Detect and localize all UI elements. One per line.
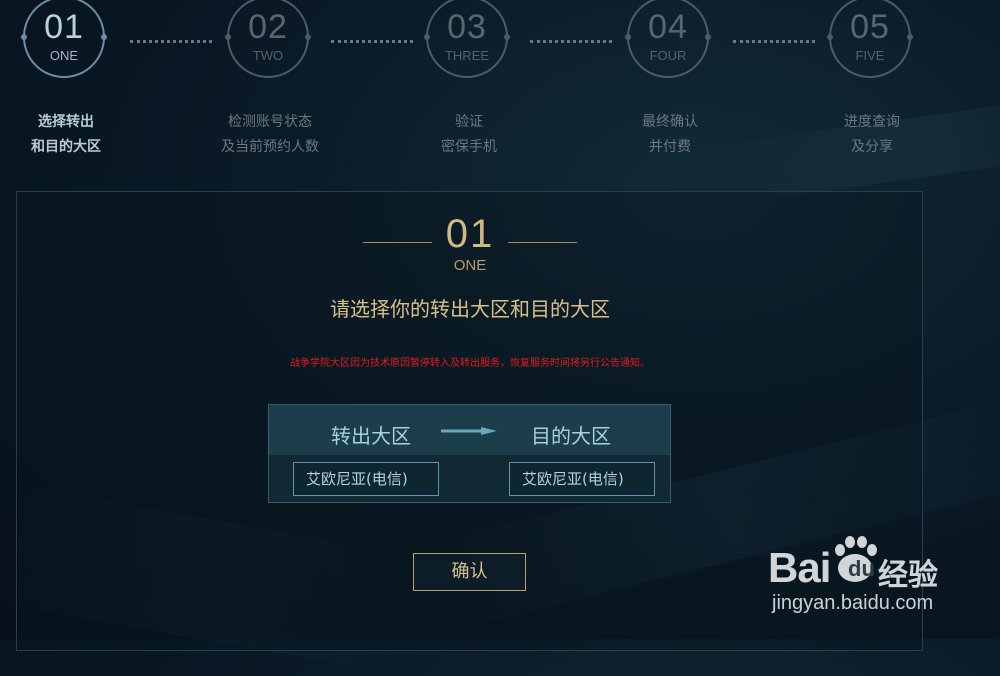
step-number: 02 xyxy=(248,8,288,46)
step-word: ONE xyxy=(49,48,79,63)
step-progress: 01 ONE 选择转出 和目的大区 02 TWO 检测账号状态 及当前预约人数 03… xyxy=(0,0,1000,170)
step-label: 最终确认 并付费 xyxy=(642,114,698,155)
to-region-select[interactable]: 艾欧尼亚(电信) xyxy=(509,462,655,496)
from-region-label: 转出大区 xyxy=(331,424,411,448)
step-word: TWO xyxy=(252,48,284,63)
current-step-number: 01 xyxy=(445,212,495,256)
step-circle: 02 TWO xyxy=(225,0,311,78)
step-number: 04 xyxy=(648,8,688,46)
step-circle: 04 FOUR xyxy=(625,0,711,78)
page-title: 请选择你的转出大区和目的大区 xyxy=(330,297,610,321)
step-circle: 01 ONE xyxy=(21,0,107,78)
step-label: 进度查询 及分享 xyxy=(844,114,900,155)
step-label: 选择转出 和目的大区 xyxy=(31,114,101,155)
step-connector xyxy=(530,40,612,43)
server-selector: 转出大区 目的大区 艾欧尼亚(电信) 艾欧尼亚(电信) xyxy=(268,404,671,503)
step-connector xyxy=(130,40,212,43)
to-region-label: 目的大区 xyxy=(531,424,611,448)
step-label: 验证 密保手机 xyxy=(441,114,497,155)
right-arrow-icon xyxy=(441,427,497,435)
step-number: 05 xyxy=(850,8,890,46)
service-notice: 战争学院大区因为技术原因暂停转入及转出服务，恢复服务时间将另行公告通知。 xyxy=(290,358,650,369)
step-word: THREE xyxy=(444,48,490,63)
step-word: FIVE xyxy=(855,48,885,63)
step-word: FOUR xyxy=(649,48,687,63)
step-number: 03 xyxy=(447,8,487,46)
step-connector xyxy=(733,40,815,43)
from-region-select[interactable]: 艾欧尼亚(电信) xyxy=(293,462,439,496)
step-circle: 03 THREE xyxy=(424,0,510,78)
watermark-url: jingyan.baidu.com xyxy=(772,592,934,614)
step-connector xyxy=(331,40,413,43)
step-number: 01 xyxy=(44,8,84,46)
confirm-button[interactable]: 确认 xyxy=(413,553,526,591)
watermark-jingyan: 经验 xyxy=(878,558,938,593)
watermark-paw-text: du xyxy=(848,556,875,581)
step-label: 检测账号状态 及当前预约人数 xyxy=(221,114,319,155)
watermark-brand: Bai xyxy=(768,544,831,591)
baidu-jingyan-watermark: Bai du 经验 jingyan.baidu.com xyxy=(768,534,998,634)
server-selector-header: 转出大区 目的大区 xyxy=(269,405,670,455)
current-step-word: ONE xyxy=(453,257,487,274)
step-circle: 05 FIVE xyxy=(827,0,913,78)
